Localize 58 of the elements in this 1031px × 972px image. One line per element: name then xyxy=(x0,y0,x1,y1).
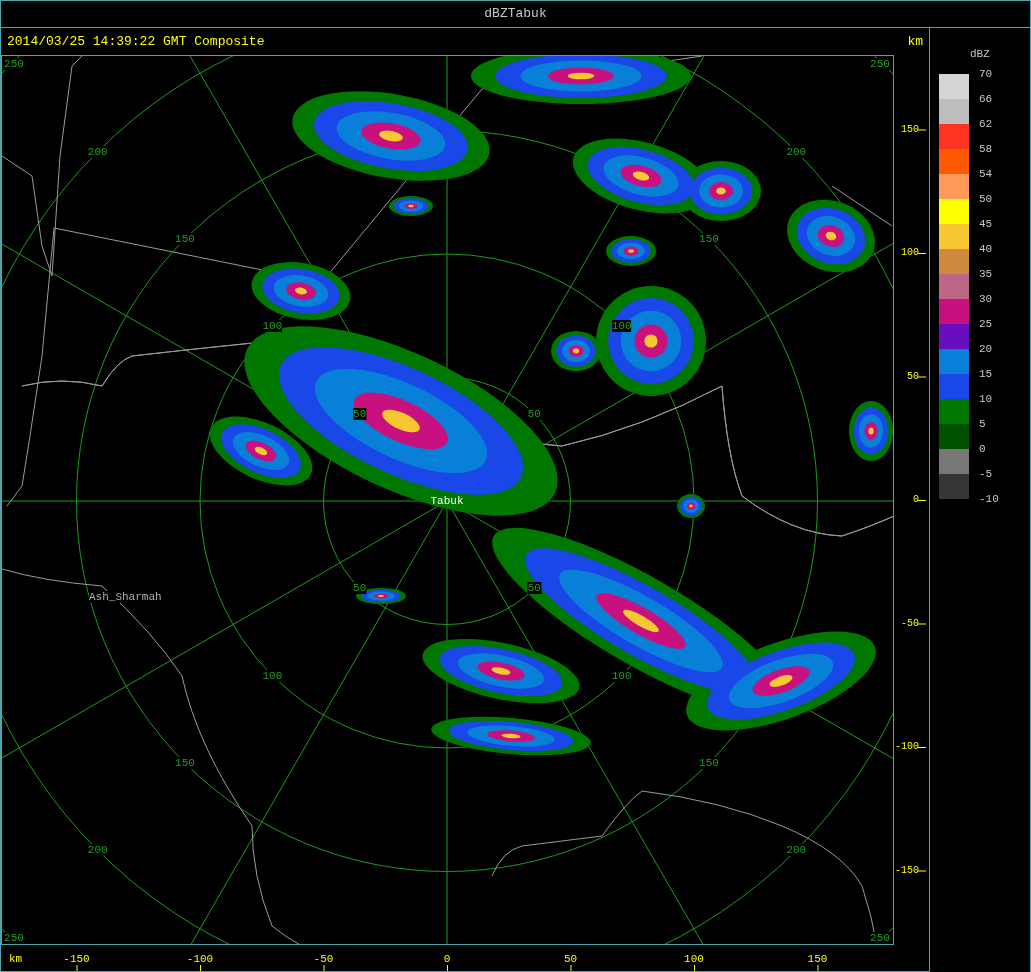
x-axis-label: 50 xyxy=(563,953,578,965)
legend-label: 20 xyxy=(979,342,994,357)
y-axis-label: -150 xyxy=(895,864,919,877)
range-ring-label: 250 xyxy=(870,931,890,944)
y-axis-label: 150 xyxy=(901,123,919,136)
window-title: dBZTabuk xyxy=(0,0,1031,28)
legend-label: 35 xyxy=(979,267,994,282)
range-ring-label: 100 xyxy=(611,669,632,682)
x-axis-label: 0 xyxy=(443,953,451,965)
range-ring-label: 250 xyxy=(870,58,890,71)
legend-label: 54 xyxy=(979,167,994,182)
y-axis-label: -50 xyxy=(901,617,919,630)
legend-label: 40 xyxy=(979,242,994,257)
range-ring-label: 50 xyxy=(527,407,541,420)
x-axis-label: -150 xyxy=(63,953,90,965)
place-label: Ash_Sharmah xyxy=(89,591,162,603)
unit-label: km xyxy=(907,32,923,51)
legend-title: dBZ xyxy=(970,48,991,60)
x-axis-label: 100 xyxy=(684,953,704,965)
range-ring-label: 200 xyxy=(87,844,108,857)
legend-label: 0 xyxy=(979,442,987,457)
range-ring-label: 200 xyxy=(786,844,807,857)
legend-label: -10 xyxy=(979,492,999,507)
range-ring-label: 50 xyxy=(527,582,541,595)
range-ring-label: 100 xyxy=(611,320,632,333)
timestamp-label: 2014/03/25 14:39:22 GMT Composite xyxy=(7,32,265,51)
range-ring-label: 200 xyxy=(87,145,108,158)
legend-label: 25 xyxy=(979,317,994,332)
range-ring-label: 250 xyxy=(4,931,24,944)
range-ring-label: 250 xyxy=(4,58,24,71)
y-axis-label: 50 xyxy=(907,370,919,383)
range-ring-label: 150 xyxy=(699,233,719,245)
y-axis-label: 100 xyxy=(901,247,919,259)
x-axis-label: -50 xyxy=(313,953,334,965)
range-ring-label: 150 xyxy=(175,233,195,245)
y-axis-label: 0 xyxy=(913,494,919,506)
unit-label: km xyxy=(9,953,23,965)
legend-label: -5 xyxy=(979,467,994,482)
y-axis-label: -100 xyxy=(895,741,919,753)
place-label: Tabuk xyxy=(430,495,464,507)
legend-label: 10 xyxy=(979,392,994,407)
legend-label: 15 xyxy=(979,367,994,382)
range-ring-label: 150 xyxy=(699,756,719,769)
range-ring-label: 150 xyxy=(175,756,195,769)
legend-label: 62 xyxy=(979,117,994,132)
x-axis-label: 150 xyxy=(807,953,828,965)
x-axis-label: -100 xyxy=(186,953,214,965)
legend-label: 50 xyxy=(979,192,994,207)
legend-label: 30 xyxy=(979,292,994,307)
legend-label: 45 xyxy=(979,217,994,232)
range-ring-label: 100 xyxy=(262,320,283,333)
legend-label: 66 xyxy=(979,92,994,107)
legend-label: 58 xyxy=(979,142,994,157)
range-ring-label: 50 xyxy=(353,582,367,595)
legend-label: 70 xyxy=(979,67,994,82)
range-ring-label: 200 xyxy=(786,145,807,158)
legend-label: 5 xyxy=(979,417,987,432)
range-ring-label: 100 xyxy=(262,669,283,682)
